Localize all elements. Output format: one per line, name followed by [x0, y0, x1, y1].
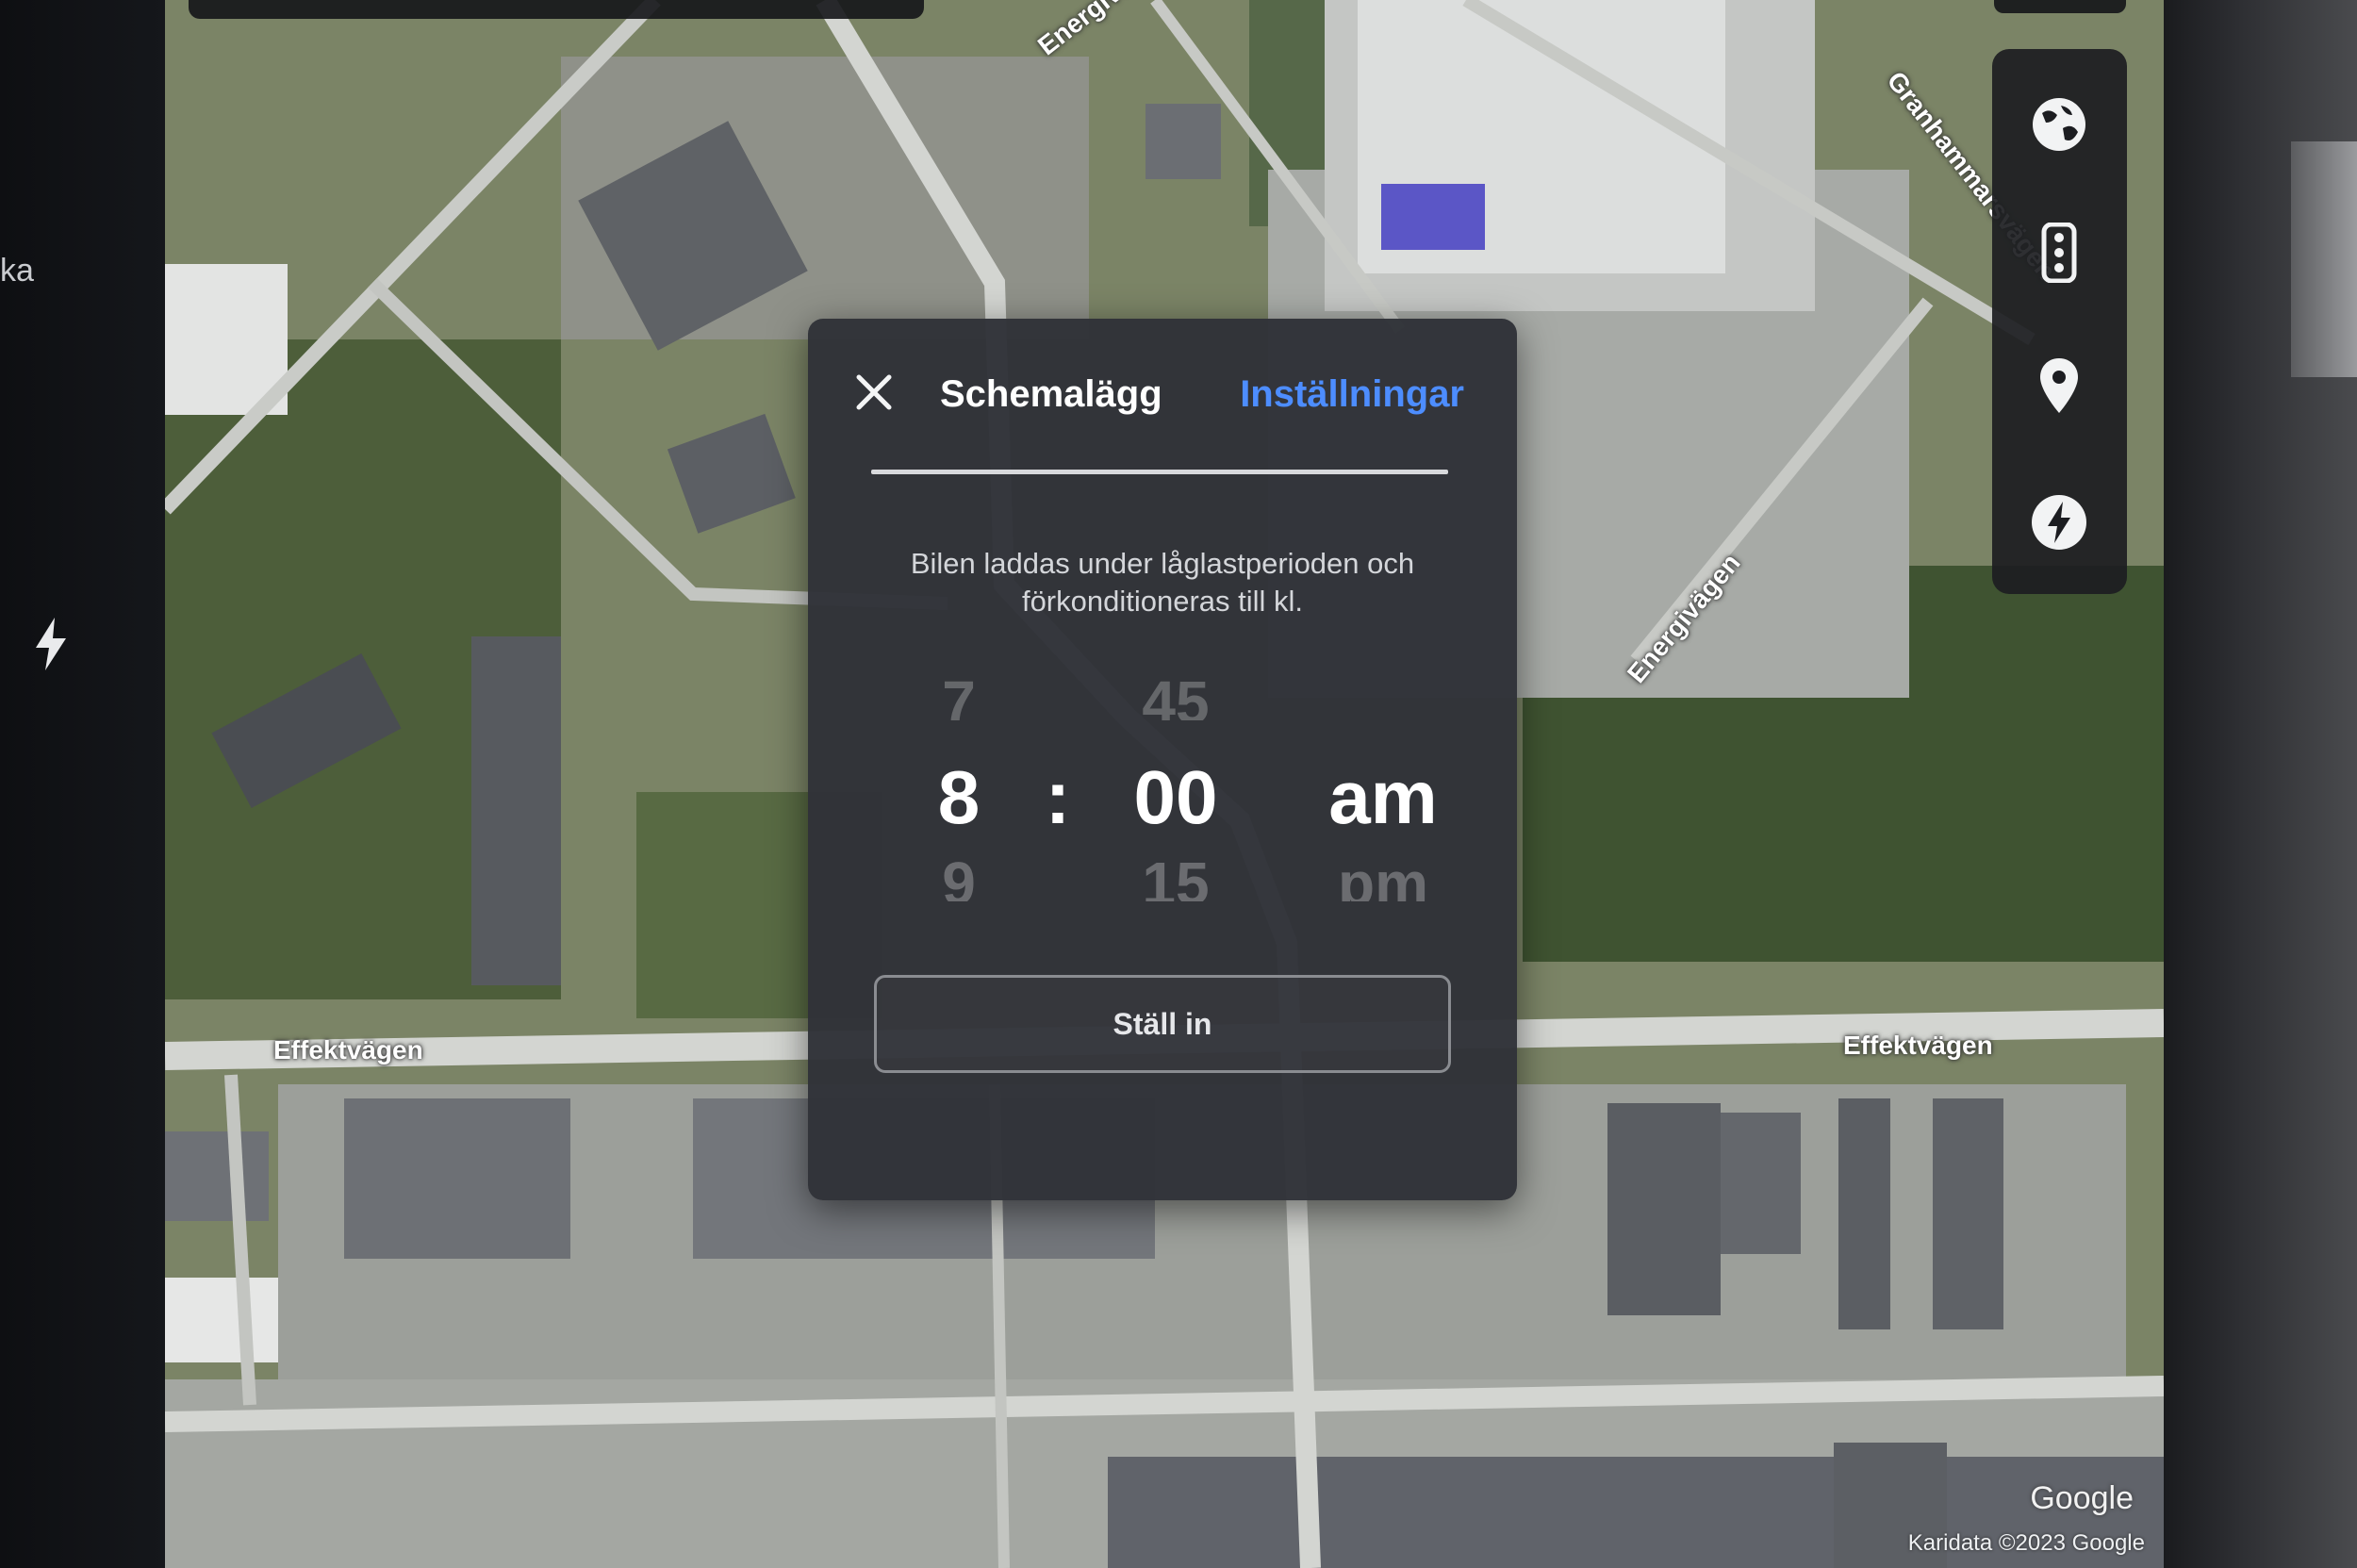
left-panel-text: ka: [0, 253, 34, 289]
map-style-button[interactable]: [2021, 87, 2097, 162]
tab-underline: [871, 470, 1448, 474]
period-option-next[interactable]: pm: [1298, 849, 1468, 901]
schedule-dialog: Schemalägg Inställningar Bilen laddas un…: [808, 319, 1517, 1200]
charging-bolt-icon: [2032, 495, 2086, 550]
minute-option-next[interactable]: 15: [1100, 849, 1251, 901]
settings-link[interactable]: Inställningar: [1240, 373, 1464, 416]
left-side-panel: ka: [0, 0, 165, 1568]
globe-icon: [2033, 98, 2085, 151]
hour-selected[interactable]: 8: [912, 754, 1006, 841]
traffic-light-icon: [2041, 223, 2077, 283]
dialog-title: Schemalägg: [940, 373, 1162, 415]
top-right-bar: [1994, 0, 2126, 13]
set-button[interactable]: Ställ in: [874, 975, 1451, 1073]
google-logo: Google: [2030, 1480, 2134, 1516]
hour-option-next[interactable]: 9: [912, 849, 1006, 901]
minute-selected[interactable]: 00: [1100, 754, 1251, 841]
minute-option-prev[interactable]: 45: [1100, 668, 1251, 720]
road-label-effektvagen-right: Effektvägen: [1843, 1031, 1993, 1060]
period-selected[interactable]: am: [1298, 754, 1468, 841]
location-pin-icon: [2040, 358, 2078, 413]
chargers-button[interactable]: [2021, 485, 2097, 560]
traffic-button[interactable]: [2021, 215, 2097, 290]
hour-option-prev[interactable]: 7: [912, 668, 1006, 720]
lightning-bolt-icon: [36, 618, 66, 670]
map-controls-panel: [1992, 49, 2127, 594]
close-button[interactable]: [849, 368, 898, 417]
bezel-reflection: [2291, 141, 2357, 377]
map-attribution: Karidata ©2023 Google: [1907, 1530, 2145, 1556]
schedule-description: Bilen laddas under låglastperioden och f…: [910, 547, 1415, 618]
close-icon: [856, 374, 892, 410]
destination-button[interactable]: [2021, 349, 2097, 424]
top-status-bar: [189, 0, 924, 19]
road-label-effektvagen-left: Effektvägen: [273, 1035, 423, 1065]
time-picker: 7 8 9 : 45 00 15 am pm: [808, 668, 1517, 903]
time-separator: :: [1045, 755, 1071, 839]
